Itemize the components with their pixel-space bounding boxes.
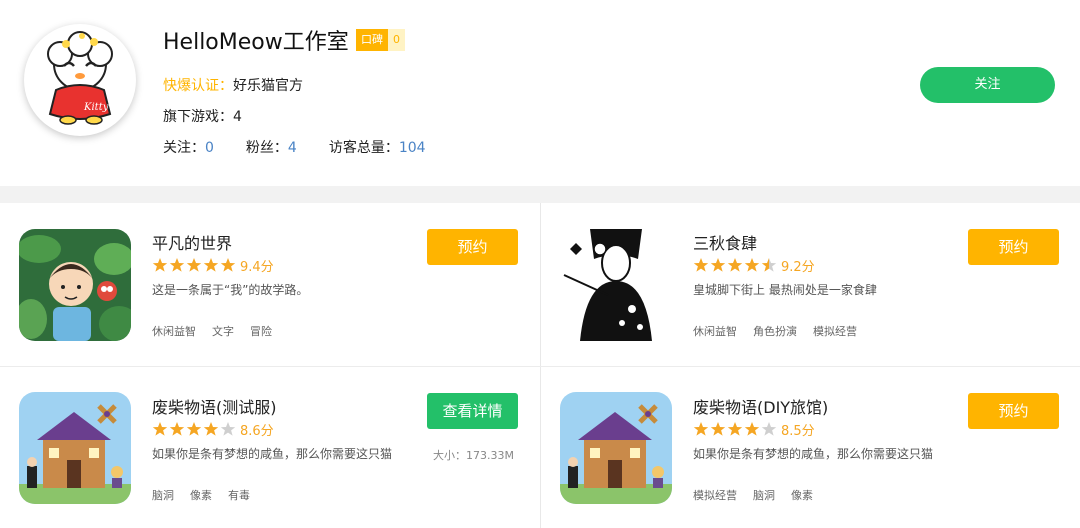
game-tags: 模拟经营 脑洞 像素	[693, 487, 829, 503]
file-size: 大小：173.33M	[433, 449, 514, 462]
game-card[interactable]: 平凡的世界 9.4分 这是一条属于“我”的故学路。 休闲益智 文字 冒险 预约	[0, 203, 540, 365]
reputation-value: 0	[388, 29, 405, 51]
game-card[interactable]: 废柴物语(测试服) 8.6分 如果你是条有梦想的咸鱼，那么你需要这只猫 脑洞 像…	[0, 367, 540, 528]
star-icon	[152, 258, 168, 272]
star-icon	[744, 258, 760, 272]
rating-score: 9.4分	[240, 259, 274, 275]
windmill-house-icon[interactable]	[19, 392, 131, 504]
game-title[interactable]: 废柴物语(测试服)	[152, 394, 277, 418]
avatar-shirt-text: Kitty	[83, 102, 109, 113]
game-tag[interactable]: 像素	[190, 487, 212, 503]
game-title[interactable]: 废柴物语(DIY旅馆)	[693, 394, 828, 418]
star-icon	[761, 422, 777, 436]
reputation-label: 口碑	[356, 29, 388, 51]
studio-name: HelloMeow工作室	[163, 30, 349, 55]
game-tag[interactable]: 模拟经营	[693, 487, 737, 503]
following-value[interactable]: 0	[205, 140, 214, 156]
rating-score: 8.6分	[240, 423, 274, 439]
studio-avatar[interactable]: Kitty	[24, 24, 136, 136]
game-card[interactable]: 三秋食肆 9.2分 皇城脚下街上 最热闹处是一家食肆 休闲益智 角色扮演 模拟经…	[541, 203, 1080, 365]
game-tag[interactable]: 有毒	[228, 487, 250, 503]
cat-avatar-icon: Kitty	[47, 31, 113, 125]
game-tags: 休闲益智 角色扮演 模拟经营	[693, 323, 873, 339]
game-tag[interactable]: 文字	[212, 323, 234, 339]
reserve-button[interactable]: 预约	[968, 229, 1059, 265]
star-icon	[169, 422, 185, 436]
verify-label: 快爆认证：	[163, 78, 233, 94]
visitors-label: 访客总量：	[328, 140, 399, 156]
game-description: 这是一条属于“我”的故学路。	[152, 283, 309, 297]
rating-score: 8.5分	[781, 423, 815, 439]
windmill-house-icon[interactable]	[560, 392, 672, 504]
game-title[interactable]: 平凡的世界	[152, 230, 232, 254]
star-icon	[203, 258, 219, 272]
verify-line: 快爆认证：好乐猫官方	[163, 75, 303, 95]
star-icon	[186, 258, 202, 272]
lady-with-pipe-icon[interactable]	[560, 229, 672, 341]
reserve-button[interactable]: 预约	[427, 229, 518, 265]
section-divider	[0, 186, 1080, 203]
game-description: 如果你是条有梦想的咸鱼，那么你需要这只猫	[693, 447, 934, 461]
game-title[interactable]: 三秋食肆	[693, 230, 757, 254]
rating-score: 9.2分	[781, 259, 815, 275]
view-details-button[interactable]: 查看详情	[427, 393, 518, 429]
game-tag[interactable]: 冒险	[250, 323, 272, 339]
star-icon	[693, 258, 709, 272]
star-rating: 9.2分	[693, 256, 815, 275]
reputation-badge: 口碑 0	[356, 29, 405, 51]
game-tags: 脑洞 像素 有毒	[152, 487, 266, 503]
games-count-line: 旗下游戏：4	[163, 106, 242, 126]
fans-label: 粉丝：	[245, 140, 288, 156]
game-tag[interactable]: 模拟经营	[813, 323, 857, 339]
boy-in-jungle-icon[interactable]	[19, 229, 131, 341]
games-label: 旗下游戏：	[163, 109, 233, 125]
star-icon	[693, 422, 709, 436]
game-tag[interactable]: 休闲益智	[152, 323, 196, 339]
star-icon	[220, 422, 236, 436]
following-label: 关注：	[163, 140, 205, 156]
game-tag[interactable]: 脑洞	[152, 487, 174, 503]
star-icon	[761, 258, 777, 272]
star-icon	[152, 422, 168, 436]
game-tag[interactable]: 角色扮演	[753, 323, 797, 339]
star-icon	[169, 258, 185, 272]
game-description: 如果你是条有梦想的咸鱼，那么你需要这只猫	[152, 447, 393, 461]
star-rating: 8.6分	[152, 420, 274, 439]
star-icon	[710, 422, 726, 436]
game-card[interactable]: 废柴物语(DIY旅馆) 8.5分 如果你是条有梦想的咸鱼，那么你需要这只猫 模拟…	[541, 367, 1080, 528]
star-icon	[220, 258, 236, 272]
star-icon	[710, 258, 726, 272]
visitors-value: 104	[398, 140, 426, 156]
game-tag[interactable]: 休闲益智	[693, 323, 737, 339]
star-rating: 8.5分	[693, 420, 815, 439]
verify-value: 好乐猫官方	[233, 78, 303, 94]
stats-line: 关注：0 粉丝：4 访客总量：104	[163, 137, 458, 157]
fans-value[interactable]: 4	[288, 140, 297, 156]
games-value: 4	[233, 109, 242, 125]
studio-header: Kitty HelloMeow工作室 口碑 0 快爆认证：好乐猫官方 旗下游戏：…	[0, 0, 1080, 186]
follow-button[interactable]: 关注	[920, 67, 1055, 103]
star-icon	[727, 258, 743, 272]
game-tag[interactable]: 脑洞	[753, 487, 775, 503]
reserve-button[interactable]: 预约	[968, 393, 1059, 429]
star-icon	[186, 422, 202, 436]
star-rating: 9.4分	[152, 256, 274, 275]
game-description: 皇城脚下街上 最热闹处是一家食肆	[693, 283, 877, 297]
star-icon	[744, 422, 760, 436]
star-icon	[203, 422, 219, 436]
star-icon	[727, 422, 743, 436]
game-grid: 平凡的世界 9.4分 这是一条属于“我”的故学路。 休闲益智 文字 冒险 预约	[0, 203, 1080, 528]
game-tags: 休闲益智 文字 冒险	[152, 323, 288, 339]
game-tag[interactable]: 像素	[791, 487, 813, 503]
